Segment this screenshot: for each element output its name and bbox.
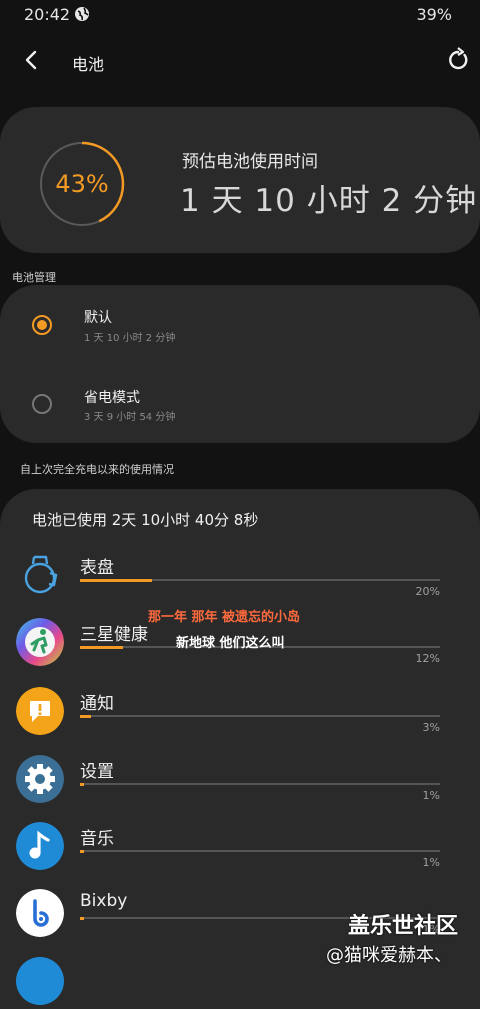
usage-bar-fill <box>80 849 84 853</box>
app-name: 设置 <box>80 762 114 782</box>
notification-icon <box>16 687 64 735</box>
watermark-user: @猫咪爱赫本、 <box>326 945 452 966</box>
app-usage-row[interactable]: 设置 1% <box>0 755 480 821</box>
battery-percent: 43% <box>55 170 109 198</box>
overlay-caption-1: 那一年 那年 被遗忘的小岛 <box>148 610 301 625</box>
app-usage-row[interactable]: 音乐 1% <box>0 822 480 888</box>
watermark-site: 盖乐世社区 <box>348 914 459 939</box>
status-battery: 39% <box>416 5 452 24</box>
mode-default-sub: 1 天 10 小时 2 分钟 <box>84 333 176 344</box>
watchface-icon <box>24 555 58 594</box>
app-percent: 1% <box>422 789 440 802</box>
app-header: 电池 <box>0 40 480 84</box>
app-usage-row[interactable]: 三星健康 12% <box>0 618 480 684</box>
refresh-icon[interactable] <box>444 46 472 74</box>
usage-bar <box>80 849 440 853</box>
mode-power-saving-title: 省电模式 <box>84 390 140 406</box>
usage-bar <box>80 578 440 582</box>
globe-icon <box>75 7 89 21</box>
mode-default-title: 默认 <box>84 310 112 326</box>
status-bar: 20:42 39% <box>0 0 480 30</box>
battery-management-label: 电池管理 <box>12 271 56 284</box>
usage-bar-fill <box>80 782 84 786</box>
overlay-caption-2: 新地球 他们这么叫 <box>176 636 285 651</box>
mode-option-power-saving[interactable]: 省电模式 3 天 9 小时 54 分钟 <box>0 365 480 443</box>
app-percent: 1% <box>422 856 440 869</box>
usage-section-label: 自上次完全充电以来的使用情况 <box>20 463 174 476</box>
status-time: 20:42 <box>24 5 71 24</box>
app-percent: 20% <box>415 585 440 598</box>
app-percent: 12% <box>415 652 440 665</box>
radio-default[interactable] <box>32 315 52 335</box>
mode-power-saving-sub: 3 天 9 小时 54 分钟 <box>84 412 176 423</box>
battery-summary-card: 43% 预估电池使用时间 1 天 10 小时 2 分钟 <box>0 107 480 253</box>
app-usage-row[interactable]: 通知 3% <box>0 687 480 753</box>
bixby-icon <box>16 889 64 937</box>
usage-bar <box>80 782 440 786</box>
usage-bar-fill <box>80 578 152 582</box>
samsung-health-icon <box>16 618 64 666</box>
app-name: 表盘 <box>80 558 114 578</box>
settings-gear-icon <box>16 755 64 803</box>
app-percent: 3% <box>422 721 440 734</box>
back-arrow-icon[interactable] <box>18 46 46 74</box>
estimate-value: 1 天 10 小时 2 分钟 <box>180 183 478 219</box>
app-name: 通知 <box>80 694 114 714</box>
mode-option-default[interactable]: 默认 1 天 10 小时 2 分钟 <box>0 285 480 363</box>
radio-power-saving[interactable] <box>32 394 52 414</box>
usage-bar-fill <box>80 645 124 649</box>
partial-app-icon <box>16 957 64 1005</box>
battery-used-time: 电池已使用 2天 10小时 40分 8秒 <box>32 511 259 529</box>
estimate-label: 预估电池使用时间 <box>182 152 318 172</box>
page-title: 电池 <box>72 55 105 74</box>
battery-mode-card: 默认 1 天 10 小时 2 分钟 省电模式 3 天 9 小时 54 分钟 <box>0 285 480 443</box>
usage-bar <box>80 714 440 718</box>
app-name: Bixby <box>80 891 128 911</box>
music-note-icon <box>16 822 64 870</box>
usage-bar-fill <box>80 916 84 920</box>
app-name: 三星健康 <box>80 625 148 645</box>
usage-bar-fill <box>80 714 91 718</box>
app-name: 音乐 <box>80 829 114 849</box>
